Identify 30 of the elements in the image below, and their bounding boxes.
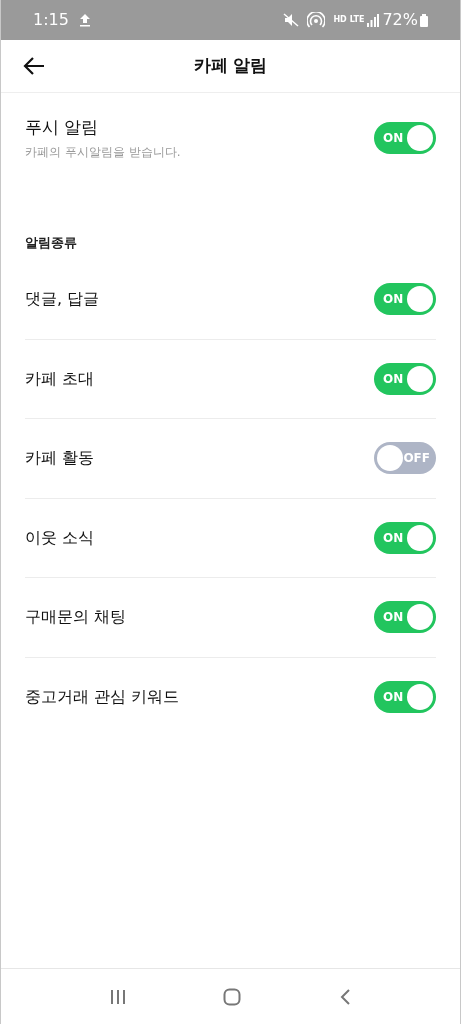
mute-icon	[283, 13, 300, 27]
push-title: 푸시 알림	[25, 116, 100, 139]
push-description: 카페의 푸시알림을 받습니다.	[25, 143, 182, 161]
setting-label: 이웃 소식	[25, 526, 96, 549]
section-title: 알림종류	[24, 233, 78, 252]
toggle-switch[interactable]: ON	[374, 362, 436, 395]
back-arrow-icon[interactable]	[23, 57, 45, 75]
network-label: HD	[333, 16, 347, 24]
setting-label: 댓글, 답글	[25, 288, 101, 311]
toggle-switch[interactable]: OFF	[374, 442, 436, 475]
signal-icon	[367, 13, 380, 27]
toggle-switch[interactable]: ON	[374, 681, 436, 714]
toggle-switch[interactable]: ON	[374, 521, 436, 554]
status-time: 1:15	[33, 9, 69, 31]
back-icon[interactable]	[339, 987, 352, 1006]
battery-percent: 72%	[382, 9, 418, 31]
screen-title: 카페 알림	[193, 54, 268, 78]
toggle-switch[interactable]: ON	[374, 283, 436, 316]
home-icon[interactable]	[223, 987, 242, 1006]
upload-icon	[78, 13, 91, 27]
toggle-switch[interactable]: ON	[374, 601, 436, 634]
hotspot-icon	[307, 12, 326, 28]
toggle-switch[interactable]: ON	[374, 121, 436, 154]
recents-icon[interactable]	[109, 988, 126, 1005]
setting-label: 중고거래 관심 키워드	[25, 686, 181, 709]
network-label: LTE	[349, 16, 365, 24]
setting-label: 카페 초대	[25, 367, 96, 390]
battery-icon	[420, 13, 428, 27]
setting-label: 구매문의 채팅	[25, 606, 128, 629]
setting-label: 카페 활동	[25, 447, 96, 470]
